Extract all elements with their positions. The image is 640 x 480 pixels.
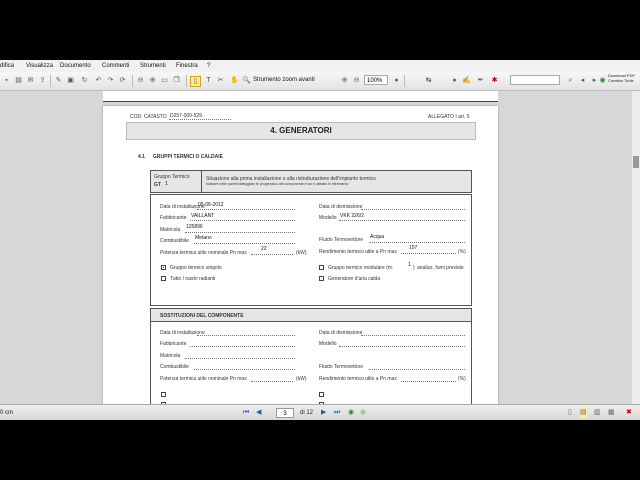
rotate-icon[interactable]: ⟳ [118, 76, 127, 85]
zoom-tool-dropdown[interactable]: Strumento zoom avanti [253, 77, 315, 83]
zoom-out-button-icon[interactable]: ⊖ [352, 76, 361, 85]
menu-modifica[interactable]: difica [0, 63, 14, 69]
menu-help[interactable]: ? [207, 63, 210, 69]
fit-width-icon[interactable]: ↹ [424, 76, 433, 85]
modular-count-value: 1 [408, 262, 411, 268]
section-heading: GRUPPI TERMICI O CALDAIE [153, 154, 224, 160]
save-icon[interactable]: ▪ [2, 76, 11, 85]
copy-icon[interactable]: ❐ [172, 76, 181, 85]
allegato-label: ALLEGATO I art. 5 [428, 114, 470, 120]
group-label: Gruppo Termico [154, 174, 190, 180]
single-group-checkbox[interactable] [161, 265, 166, 270]
scrollbar-thumb[interactable] [633, 156, 639, 168]
radiant-tubes-checkbox[interactable] [161, 276, 166, 281]
undo-icon[interactable]: ↶ [94, 76, 103, 85]
email-icon[interactable]: ✉ [26, 76, 35, 85]
search-input[interactable] [510, 75, 560, 85]
prev-result-icon[interactable]: ◂ [578, 76, 587, 85]
promo-icon[interactable]: ◉ [598, 76, 607, 85]
hand-icon[interactable]: ✋ [230, 76, 239, 85]
continuous-facing-view-icon[interactable]: ▦ [608, 408, 615, 418]
document-viewport[interactable]: COD. CATASTO D257-000-529 ALLEGATO I art… [0, 91, 632, 404]
continuous-view-icon[interactable]: ▤ [580, 408, 587, 418]
zoom-out-icon[interactable]: ⊖ [136, 76, 145, 85]
select-icon[interactable]: ▯ [190, 76, 201, 87]
page-icon[interactable]: ▭ [160, 76, 169, 85]
situation-note: Indicare nelle pareti tratteggiate le pr… [206, 182, 349, 186]
menubar: difica Visualizza Documento Commenti Str… [0, 60, 640, 72]
single-page-view-icon[interactable]: ▯ [568, 408, 572, 418]
page-number-input[interactable]: 3 [276, 408, 294, 418]
sign-icon[interactable]: ✱ [490, 76, 499, 85]
go-icon[interactable]: ● [392, 76, 401, 85]
install-date-value: 05-06-2012 [198, 202, 224, 208]
substitutions-box: SOSTITUZIONI DEL COMPONENTE Data di inst… [150, 308, 472, 404]
group-code: GT [154, 182, 161, 188]
prev-page-icon[interactable]: ◀ [256, 408, 261, 418]
menu-visualizza[interactable]: Visualizza [26, 63, 53, 69]
menu-finestra[interactable]: Finestra [176, 63, 198, 69]
manufacturer-value: VAILLANT [191, 213, 215, 219]
section-title: 4. GENERATORI [126, 122, 476, 140]
pdf-icon[interactable]: ▣ [66, 76, 75, 85]
cod-label: COD. CATASTO [130, 114, 167, 120]
menu-commenti[interactable]: Commenti [102, 63, 129, 69]
subst-checkbox-3[interactable] [319, 392, 324, 397]
modular-group-checkbox[interactable] [319, 265, 324, 270]
snapshot-icon[interactable]: ✂ [216, 76, 225, 85]
search-icon[interactable]: ⌕ [566, 76, 575, 85]
print-icon[interactable]: ▤ [14, 76, 23, 85]
forward-view-icon[interactable]: ◉ [360, 408, 366, 418]
stamp-icon[interactable]: ✒ [476, 76, 485, 85]
efficiency-value: 107 [409, 245, 418, 251]
back-view-icon[interactable]: ◉ [348, 408, 354, 418]
redo-icon[interactable]: ↷ [106, 76, 115, 85]
close-document-icon[interactable]: ✖ [626, 408, 632, 418]
facing-view-icon[interactable]: ▥ [594, 408, 601, 418]
subst-checkbox-1[interactable] [161, 392, 166, 397]
zoom-level-field[interactable]: 100% [364, 75, 388, 85]
toolbar: ▪ ▤ ✉ ⇪ ✎ ▣ ↻ ↶ ↷ ⟳ ⊖ ⊕ ▭ ❐ ▯ T ✂ ✋ 🔍 St… [0, 72, 640, 91]
power-value: 22 [261, 246, 267, 252]
export-icon[interactable]: ⇪ [38, 76, 47, 85]
section-number: 4.1 [138, 154, 145, 160]
generator-fields-box: Data di installazione 05-06-2012 Fabbric… [150, 194, 472, 306]
zoom-in-icon[interactable]: 🔍 [242, 76, 251, 85]
last-page-icon[interactable]: ⏭ [334, 408, 340, 418]
substitutions-heading: SOSTITUZIONI DEL COMPONENTE [160, 313, 244, 319]
fuel-value: Metano [195, 235, 212, 241]
menu-strumenti[interactable]: Strumenti [140, 63, 166, 69]
serial-value: 125896 [186, 224, 203, 230]
statusbar: 0 cm ⏮ ◀ 3 di 12 ▶ ⏭ ◉ ◉ ▯ ▤ ▥ ▦ ✖ [0, 404, 640, 420]
refresh-icon[interactable]: ↻ [80, 76, 89, 85]
situation-box: Gruppo Termico GT 1 Situazione alla prim… [150, 170, 472, 193]
zoom-fit-icon[interactable]: ⊕ [148, 76, 157, 85]
fluid-value: Acqua [370, 234, 385, 240]
document-page: COD. CATASTO D257-000-529 ALLEGATO I art… [103, 106, 498, 404]
pdf-reader-window: difica Visualizza Documento Commenti Str… [0, 60, 640, 420]
next-page-icon[interactable]: ▶ [321, 408, 326, 418]
model-value: VKK 226/2 [340, 213, 364, 219]
vertical-scrollbar[interactable] [632, 91, 640, 404]
comment-icon[interactable]: ✍ [462, 76, 471, 85]
edit-icon[interactable]: ✎ [54, 76, 63, 85]
text-select-icon[interactable]: T [204, 76, 213, 85]
group-code-value: 1 [165, 181, 168, 187]
page-dimension: 0 cm [0, 410, 14, 416]
zoom-in-button-icon[interactable]: ⊕ [340, 76, 349, 85]
first-page-icon[interactable]: ⏮ [243, 408, 249, 418]
air-generator-checkbox[interactable] [319, 276, 324, 281]
promo-link[interactable]: Download PDF Creation Tools [608, 73, 635, 83]
previous-page-bottom [103, 91, 498, 102]
highlight-icon[interactable]: ● [450, 76, 459, 85]
page-total: di 12 [300, 410, 314, 416]
menu-documento[interactable]: Documento [60, 63, 91, 69]
